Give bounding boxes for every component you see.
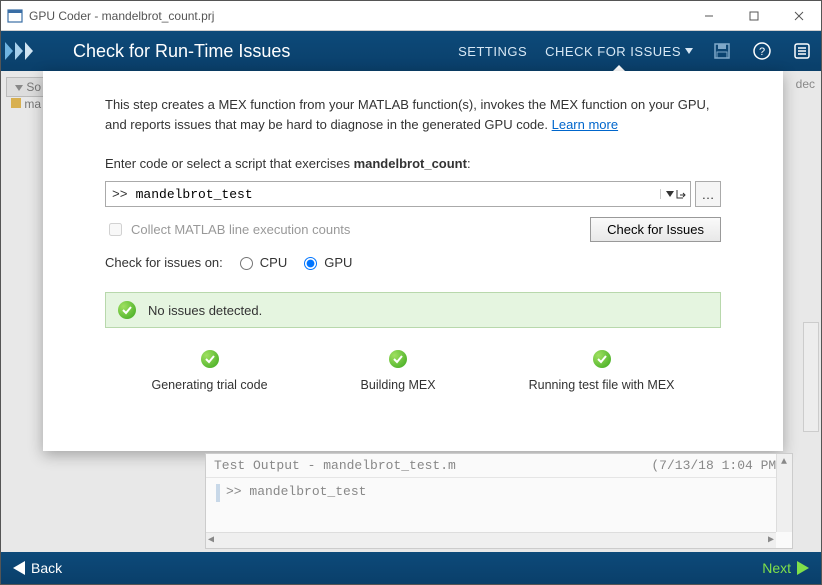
console-line: >> mandelbrot_test (226, 484, 366, 499)
window-titlebar: GPU Coder - mandelbrot_count.prj (1, 1, 821, 31)
save-icon[interactable] (711, 40, 733, 62)
script-input[interactable] (134, 186, 660, 203)
wizard-progress-icon (3, 40, 51, 62)
collect-counts-checkbox[interactable]: Collect MATLAB line execution counts (105, 220, 350, 239)
target-radio-group: Check for issues on: CPU GPU (105, 254, 721, 270)
step1-label: Generating trial code (152, 378, 268, 392)
close-button[interactable] (776, 1, 821, 31)
wizard-footer: Back Next (1, 552, 821, 584)
back-arrow-icon (13, 561, 25, 575)
next-arrow-icon (797, 561, 809, 575)
menu-icon[interactable] (791, 40, 813, 62)
maximize-button[interactable] (731, 1, 776, 31)
help-icon[interactable]: ? (751, 40, 773, 62)
back-label: Back (31, 560, 62, 576)
wizard-step-title: Check for Run-Time Issues (73, 41, 458, 62)
console-horizontal-scrollbar[interactable]: ◀ ▶ (206, 532, 776, 548)
cpu-radio[interactable]: CPU (235, 254, 287, 270)
console-vertical-scrollbar[interactable]: ▲ (776, 454, 792, 532)
prompt-symbol: >> (106, 187, 134, 202)
collect-counts-label: Collect MATLAB line execution counts (131, 222, 350, 237)
scroll-up-arrow-icon[interactable]: ▲ (776, 454, 792, 470)
step-building: Building MEX (361, 350, 436, 392)
step2-check-icon (389, 350, 407, 368)
step3-label: Running test file with MEX (529, 378, 675, 392)
radio-group-label: Check for issues on: (105, 255, 223, 270)
step1-check-icon (201, 350, 219, 368)
next-label: Next (762, 560, 791, 576)
check-issues-panel: This step creates a MEX function from yo… (43, 71, 783, 451)
check-for-issues-button[interactable]: Check for Issues (590, 217, 721, 242)
check-for-issues-link[interactable]: CHECK FOR ISSUES (545, 44, 693, 63)
next-button[interactable]: Next (762, 560, 809, 576)
wizard-header: Check for Run-Time Issues SETTINGS CHECK… (1, 31, 821, 71)
step2-label: Building MEX (361, 378, 436, 392)
console-timestamp: (7/13/18 1:04 PM) (651, 458, 784, 473)
step-generating: Generating trial code (152, 350, 268, 392)
success-check-icon (118, 301, 136, 319)
svg-text:?: ? (759, 46, 765, 58)
learn-more-link[interactable]: Learn more (552, 117, 618, 132)
chevron-down-icon (685, 48, 693, 54)
bg-scrollbar-stub2 (803, 322, 819, 432)
status-banner: No issues detected. (105, 292, 721, 328)
script-input-box[interactable]: >> (105, 181, 691, 207)
step-running: Running test file with MEX (529, 350, 675, 392)
gpu-radio[interactable]: GPU (299, 254, 352, 270)
minimize-button[interactable] (686, 1, 731, 31)
check-for-issues-label: CHECK FOR ISSUES (545, 44, 681, 59)
console-title: Test Output - mandelbrot_test.m (214, 458, 456, 473)
test-output-console: Test Output - mandelbrot_test.m (7/13/18… (205, 453, 793, 549)
back-button[interactable]: Back (13, 560, 62, 576)
step3-check-icon (593, 350, 611, 368)
collect-counts-input[interactable] (109, 223, 122, 236)
browse-button[interactable]: … (695, 181, 721, 207)
bg-fragment: dec (796, 77, 815, 91)
settings-link[interactable]: SETTINGS (458, 44, 527, 63)
app-icon (7, 8, 23, 24)
console-gutter (216, 484, 220, 502)
status-text: No issues detected. (148, 303, 262, 318)
instruction-text: Enter code or select a script that exerc… (105, 156, 721, 171)
bg-file-item: ma (11, 97, 41, 111)
description-text: This step creates a MEX function from yo… (105, 95, 721, 134)
window-title: GPU Coder - mandelbrot_count.prj (29, 9, 686, 23)
input-dropdown-toggle[interactable] (660, 189, 690, 199)
